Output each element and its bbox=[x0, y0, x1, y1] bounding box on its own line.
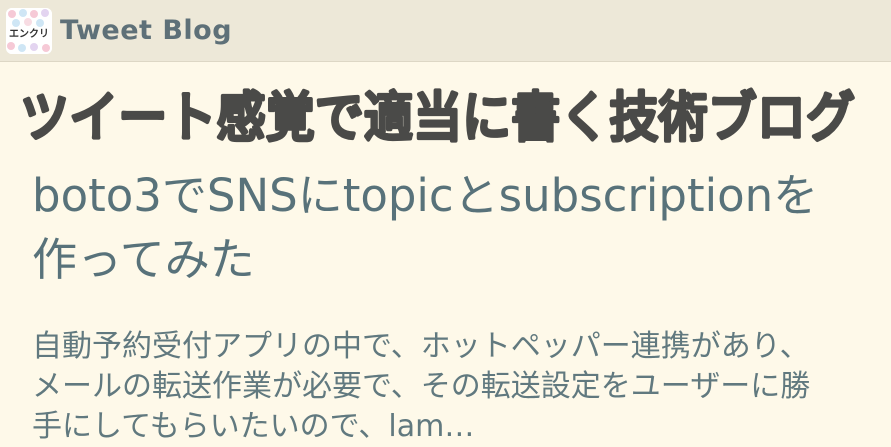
site-logo[interactable]: エンクリ bbox=[6, 8, 52, 54]
post-title[interactable]: boto3でSNSにtopicとsubscriptionを作ってみた bbox=[32, 164, 852, 292]
blog-tagline-banner[interactable]: ツイート感覚で適当に書く技術ブログ bbox=[20, 80, 870, 150]
svg-text:エンクリ: エンクリ bbox=[9, 28, 49, 40]
post-excerpt: 自動予約受付アプリの中で、ホットペッパー連携があり、メールの転送作業が必要で、そ… bbox=[32, 329, 811, 444]
logo-dots-graphic: エンクリ bbox=[6, 8, 52, 54]
blog-tagline: ツイート感覚で適当に書く技術ブログ bbox=[20, 86, 855, 149]
site-header: エンクリ Tweet Blog bbox=[0, 0, 891, 62]
site-title[interactable]: Tweet Blog bbox=[60, 13, 232, 49]
